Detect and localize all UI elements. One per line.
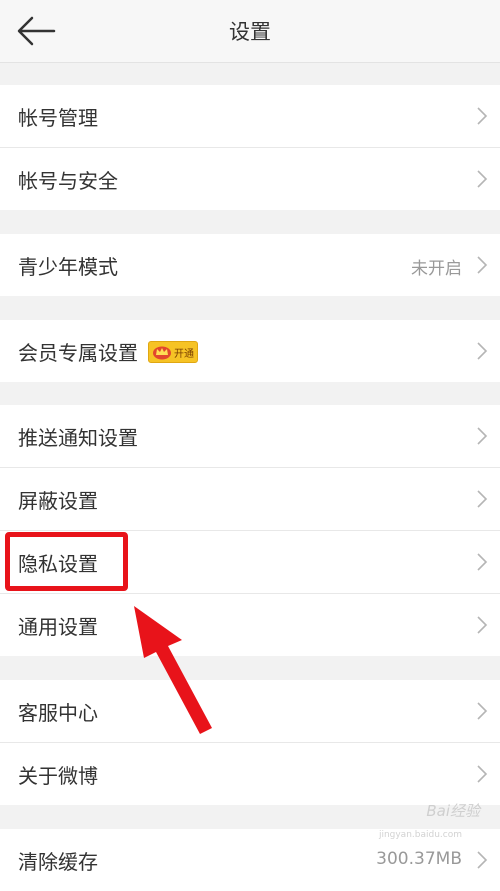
settings-group-youth: 青少年模式 未开启 [0,234,500,296]
top-nav-bar: 设置 [0,0,500,63]
vip-badge-label: 开通 [174,348,194,360]
annotation-arrow-icon [134,606,212,734]
row-youth-mode[interactable]: 青少年模式 未开启 [0,234,500,296]
chevron-right-icon [477,170,488,188]
chevron-right-icon [477,490,488,508]
settings-group-support: 客服中心 关于微博 [0,680,500,805]
row-privacy-settings[interactable]: 隐私设置 [0,531,500,594]
settings-group-account: 帐号管理 帐号与安全 [0,85,500,210]
row-cache-size: 300.37MB [376,849,462,869]
row-label: 屏蔽设置 [18,488,98,513]
chevron-right-icon [477,765,488,783]
settings-group-general: 推送通知设置 屏蔽设置 隐私设置 通用设置 [0,405,500,656]
page-title: 设置 [229,20,271,44]
chevron-right-icon [477,342,488,360]
row-label: 客服中心 [18,700,98,725]
row-label: 通用设置 [18,614,98,639]
watermark-logo: Bai经验 [426,802,480,820]
row-block-settings[interactable]: 屏蔽设置 [0,468,500,531]
chevron-right-icon [477,107,488,125]
row-label: 关于微博 [18,763,98,788]
chevron-right-icon [477,616,488,634]
settings-group-vip: 会员专属设置 开通 [0,320,500,382]
chevron-right-icon [477,702,488,720]
row-status-value: 未开启 [411,259,462,279]
vip-badge[interactable]: 开通 [148,341,198,363]
chevron-right-icon [477,256,488,274]
row-push-notification-settings[interactable]: 推送通知设置 [0,405,500,468]
row-about-weibo[interactable]: 关于微博 [0,743,500,805]
row-label: 隐私设置 [18,551,98,576]
chevron-right-icon [477,553,488,571]
row-label: 清除缓存 [18,849,98,874]
row-label: 帐号管理 [18,105,98,130]
row-label: 青少年模式 [18,254,118,279]
row-vip-settings[interactable]: 会员专属设置 开通 [0,320,500,382]
row-label: 会员专属设置 [18,340,138,365]
chevron-right-icon [477,427,488,445]
watermark-url: jingyan.baidu.com [378,830,462,840]
crown-icon [153,346,171,360]
row-customer-service[interactable]: 客服中心 [0,680,500,743]
row-account-management[interactable]: 帐号管理 [0,85,500,148]
chevron-right-icon [477,851,488,869]
row-label: 推送通知设置 [18,425,138,450]
row-label: 帐号与安全 [18,168,118,193]
row-account-security[interactable]: 帐号与安全 [0,148,500,210]
row-general-settings[interactable]: 通用设置 [0,594,500,656]
